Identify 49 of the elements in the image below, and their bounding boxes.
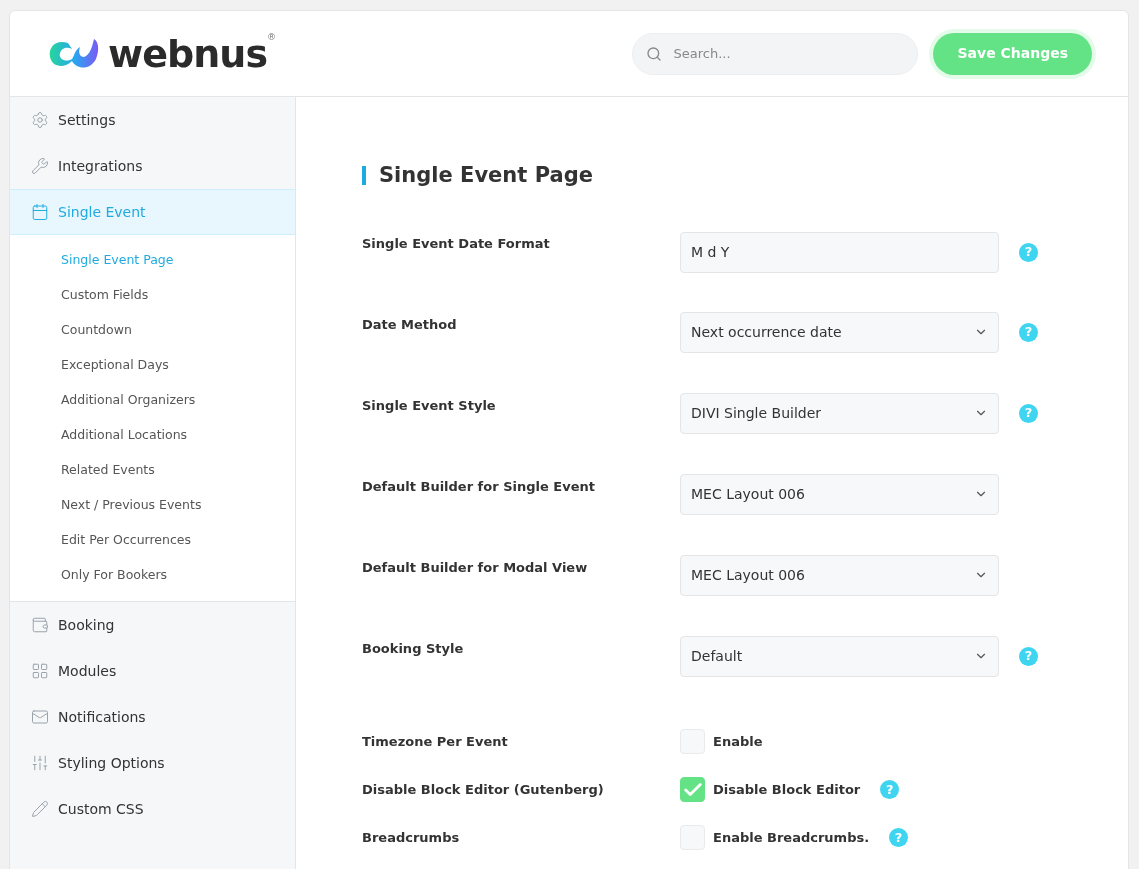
sidebar-item[interactable]: Modules — [10, 648, 295, 694]
calendar-icon — [31, 203, 49, 221]
field-label: Timezone Per Event — [362, 732, 509, 751]
checkbox[interactable] — [680, 777, 705, 802]
sidebar-item[interactable]: Styling Options — [10, 740, 295, 786]
submenu-item[interactable]: Related Events — [10, 453, 295, 488]
checkbox-label: Enable — [713, 732, 763, 751]
select-dropdown[interactable]: Default — [680, 635, 999, 677]
sidebar-item[interactable]: Notifications — [10, 694, 295, 740]
submenu-item[interactable]: Additional Locations — [10, 418, 295, 453]
sidebar-item[interactable]: Integrations — [10, 143, 295, 189]
title-accent — [362, 166, 366, 186]
search-icon — [646, 45, 663, 62]
sliders-icon — [31, 754, 49, 772]
settings-icon — [31, 111, 49, 129]
submenu-item[interactable]: Exceptional Days — [10, 348, 295, 383]
field-label: Breadcrumbs — [362, 828, 461, 847]
select-dropdown[interactable]: MEC Layout 006 — [680, 473, 999, 515]
field-label: Single Event Style — [362, 396, 497, 415]
submenu-item[interactable]: Edit Per Occurrences — [10, 523, 295, 558]
select-dropdown[interactable]: DIVI Single Builder — [680, 392, 999, 434]
submenu-item[interactable]: Custom Fields — [10, 278, 295, 313]
field-label: Single Event Date Format — [362, 234, 551, 253]
field-label: Disable Block Editor (Gutenberg) — [362, 780, 605, 799]
sidebar-item[interactable]: Custom CSS — [10, 786, 295, 832]
sidebar-item[interactable]: Booking — [10, 602, 295, 648]
submenu-item[interactable]: Additional Organizers — [10, 383, 295, 418]
search-field[interactable]: Search... — [632, 32, 919, 75]
field-label: Date Method — [362, 315, 458, 334]
select-dropdown[interactable]: Next occurrence date — [680, 311, 999, 353]
text-field[interactable]: M d Y — [680, 231, 999, 273]
sidebar-item[interactable]: Settings — [10, 97, 295, 143]
field-label: Booking Style — [362, 639, 465, 658]
pencil-icon — [31, 800, 49, 818]
field-label: Default Builder for Single Event — [362, 477, 596, 496]
wrench-icon — [31, 157, 49, 175]
field-label: Default Builder for Modal View — [362, 558, 589, 577]
section-title: Single Event Page — [379, 162, 593, 189]
wallet-icon — [31, 616, 49, 634]
registered-mark: ® — [267, 30, 277, 44]
envelope-icon — [31, 708, 49, 726]
submenu-item[interactable]: Countdown — [10, 313, 295, 348]
checkbox-label: Disable Block Editor — [713, 780, 861, 799]
select-dropdown[interactable]: MEC Layout 006 — [680, 554, 999, 596]
submenu-item[interactable]: Only For Bookers — [10, 558, 295, 593]
submenu-item[interactable]: Next / Previous Events — [10, 488, 295, 523]
checkbox-label: Enable Breadcrumbs. — [713, 828, 870, 847]
logo-text: webnus — [108, 34, 268, 73]
grid-icon — [31, 662, 49, 680]
